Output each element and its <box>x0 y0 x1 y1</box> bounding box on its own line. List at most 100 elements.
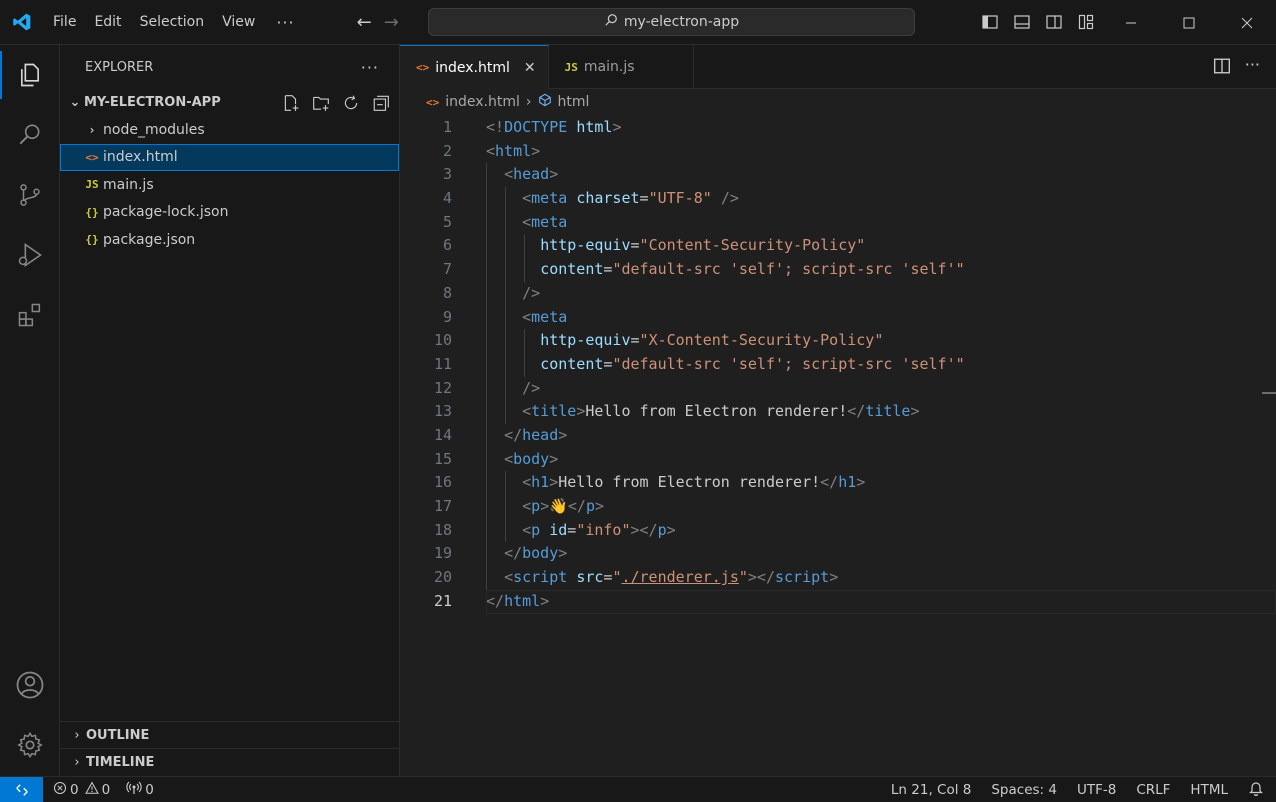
maximize-icon[interactable] <box>1160 0 1218 45</box>
tree-item-label: package-lock.json <box>103 204 229 221</box>
back-arrow-icon[interactable]: ← <box>357 12 372 33</box>
minimize-icon[interactable] <box>1102 0 1160 45</box>
menu-selection[interactable]: Selection <box>131 0 214 45</box>
code-line: 17 <p>👋</p> <box>400 495 1276 519</box>
tab-main-js[interactable]: JS main.js <box>549 45 694 89</box>
code-line: 14 </head> <box>400 423 1276 448</box>
scrollbar-indicator[interactable] <box>1262 392 1276 394</box>
tree-item-index-html[interactable]: <> index.html <box>60 143 399 171</box>
timeline-section[interactable]: › TIMELINE <box>60 748 399 775</box>
new-file-icon[interactable] <box>281 93 301 113</box>
refresh-icon[interactable] <box>341 93 361 113</box>
search-icon[interactable] <box>0 111 60 159</box>
ports-count: 0 <box>145 781 154 798</box>
close-window-icon[interactable] <box>1218 0 1276 45</box>
run-debug-icon[interactable] <box>0 231 60 279</box>
breadcrumb-file[interactable]: index.html <box>445 94 520 110</box>
menu-file[interactable]: File <box>44 0 85 45</box>
editor-tabs: <> index.html ✕ JS main.js ··· <box>400 45 1276 89</box>
tree-item-node-modules[interactable]: › node_modules <box>60 116 399 144</box>
language-mode[interactable]: HTML <box>1190 782 1228 798</box>
chevron-right-icon: › <box>74 754 80 770</box>
code-line: 19 </body> <box>400 542 1276 567</box>
tab-index-html[interactable]: <> index.html ✕ <box>400 45 549 89</box>
accounts-icon[interactable] <box>0 661 60 709</box>
error-count: 0 <box>70 781 79 798</box>
code-line: 3 <head> <box>400 163 1276 188</box>
command-center-label: my-electron-app <box>623 14 740 30</box>
symbol-element-icon <box>538 93 552 111</box>
script-src-link[interactable]: ./renderer.js <box>621 568 738 586</box>
remote-indicator-icon[interactable] <box>0 776 43 802</box>
code-line: 7 content="default-src 'self'; script-sr… <box>400 258 1276 282</box>
breadcrumb-symbol[interactable]: html <box>558 94 590 110</box>
tree-item-label: package.json <box>103 231 196 248</box>
chevron-right-icon: › <box>74 727 80 743</box>
explorer-sidebar: EXPLORER ··· ⌄ MY-ELECTRON-APP › node_mo… <box>60 45 400 776</box>
collapse-all-icon[interactable] <box>371 93 391 113</box>
timeline-label: TIMELINE <box>86 754 155 770</box>
split-editor-icon[interactable] <box>1213 57 1231 79</box>
activity-bar <box>0 45 60 776</box>
manage-gear-icon[interactable] <box>0 721 60 769</box>
tree-item-label: node_modules <box>103 121 205 138</box>
outline-label: OUTLINE <box>86 727 150 743</box>
code-line-current: 21 </html> <box>400 589 1276 614</box>
code-editor[interactable]: 1 <!DOCTYPE html> 2 <html> 3 <head> 4 <met… <box>400 116 1276 614</box>
code-line: 15 <body> <box>400 447 1276 472</box>
code-line: 5 <meta <box>400 210 1276 235</box>
editor-area: <> index.html ✕ JS main.js ··· <> index.… <box>400 45 1276 776</box>
code-line: 20 <script src="./renderer.js"></script> <box>400 566 1276 590</box>
menu-edit[interactable]: Edit <box>85 0 130 45</box>
toggle-panel-icon[interactable] <box>1012 12 1032 32</box>
json-file-icon: {} <box>85 205 99 219</box>
error-icon <box>53 781 67 799</box>
extensions-icon[interactable] <box>0 291 60 339</box>
forward-arrow-icon[interactable]: → <box>384 12 399 33</box>
code-line: 9 <meta <box>400 305 1276 330</box>
more-menu-button[interactable]: ··· <box>264 13 306 32</box>
tree-item-label: index.html <box>103 149 178 166</box>
html-file-icon: <> <box>416 61 430 74</box>
toggle-primary-sidebar-icon[interactable] <box>980 12 1000 32</box>
wave-emoji: 👋 <box>549 497 568 515</box>
bell-icon[interactable] <box>1248 780 1264 800</box>
command-center-search[interactable]: my-electron-app <box>428 8 915 36</box>
end-of-line[interactable]: CRLF <box>1136 782 1170 798</box>
title-bar: File Edit Selection View ··· ← → my-elec… <box>0 0 1276 45</box>
tree-item-package-lock-json[interactable]: {} package-lock.json <box>60 199 399 227</box>
code-line: 11 content="default-src 'self'; script-s… <box>400 352 1276 377</box>
tree-item-main-js[interactable]: JS main.js <box>60 171 399 199</box>
code-line: 16 <h1>Hello from Electron renderer!</h1… <box>400 471 1276 495</box>
chevron-down-icon: ⌄ <box>69 95 81 110</box>
code-line: 18 <p id="info"></p> <box>400 518 1276 543</box>
js-file-icon: JS <box>564 60 578 74</box>
folder-header[interactable]: ⌄ MY-ELECTRON-APP <box>60 89 399 116</box>
explorer-icon[interactable] <box>0 51 60 99</box>
encoding[interactable]: UTF-8 <box>1077 782 1116 798</box>
cursor-position[interactable]: Ln 21, Col 8 <box>891 782 971 798</box>
outline-section[interactable]: › OUTLINE <box>60 721 399 748</box>
code-line: 6 http-equiv="Content-Security-Policy" <box>400 234 1276 259</box>
code-line: 2 <html> <box>442 141 541 160</box>
close-tab-icon[interactable]: ✕ <box>524 60 536 76</box>
indentation[interactable]: Spaces: 4 <box>991 782 1057 798</box>
menu-view[interactable]: View <box>213 0 264 45</box>
folder-name: MY-ELECTRON-APP <box>84 95 221 110</box>
status-bar: 0 0 0 Ln 21, Col 8 Spaces: 4 UTF-8 CRLF … <box>0 776 1276 802</box>
source-control-icon[interactable] <box>0 171 60 219</box>
js-file-icon: JS <box>85 178 99 192</box>
explorer-more-button[interactable]: ··· <box>361 58 379 77</box>
toggle-secondary-sidebar-icon[interactable] <box>1044 12 1064 32</box>
problems-indicator[interactable]: 0 0 <box>53 780 110 799</box>
new-folder-icon[interactable] <box>311 93 331 113</box>
ports-indicator[interactable]: 0 <box>126 781 154 799</box>
chevron-right-icon: › <box>525 94 532 110</box>
json-file-icon: {} <box>85 233 99 247</box>
tree-item-package-json[interactable]: {} package.json <box>60 226 399 254</box>
more-actions-icon[interactable]: ··· <box>1245 57 1260 79</box>
customize-layout-icon[interactable] <box>1076 12 1096 32</box>
code-line: 1 <!DOCTYPE html> <box>442 118 622 136</box>
tab-label: index.html <box>435 59 510 76</box>
broadcast-icon <box>126 781 142 799</box>
